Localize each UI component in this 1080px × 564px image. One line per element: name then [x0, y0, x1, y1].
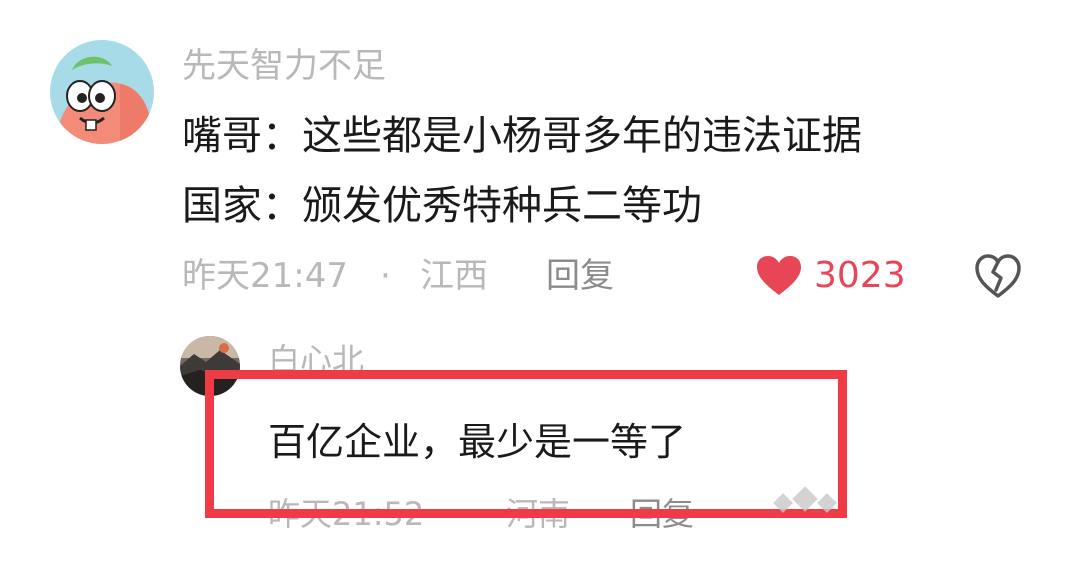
reply-text: 百亿企业，最少是一等了 [268, 420, 687, 464]
reply-username[interactable]: 白心北 [268, 336, 364, 384]
reply-location: 河南 [506, 495, 571, 533]
like-count: 3023 [814, 255, 906, 296]
meta-separator: · [380, 256, 391, 296]
landscape-avatar-icon [180, 336, 240, 396]
like-button[interactable]: 3023 [756, 248, 906, 304]
comment-text-line-2: 国家：颁发优秀特种兵二等功 [182, 183, 702, 229]
user-avatar[interactable] [50, 40, 154, 144]
comment-text-line-1: 嘴哥：这些都是小杨哥多年的违法证据 [182, 113, 862, 159]
reply-to-reply-button[interactable]: 回复 [630, 486, 694, 542]
comment-location: 江西 [420, 256, 488, 296]
sparkle-watermark-icon [773, 486, 837, 513]
heart-icon [757, 256, 801, 295]
reply-avatar[interactable] [180, 336, 240, 396]
reply-button[interactable]: 回复 [546, 248, 614, 304]
patrick-star-avatar-icon [50, 40, 154, 144]
comment-username[interactable]: 先天智力不足 [182, 42, 386, 90]
comment-screenshot: 先天智力不足 嘴哥：这些都是小杨哥多年的违法证据 国家：颁发优秀特种兵二等功 昨… [0, 0, 1080, 564]
reply-timestamp: 昨天21:52 [268, 495, 425, 533]
meta-separator: · [466, 495, 477, 533]
broken-heart-icon[interactable] [972, 250, 1024, 302]
comment-meta: 昨天21:47 · 江西 回复 [182, 248, 1042, 304]
reply-meta: 昨天21:52 · 河南 回复 [268, 486, 828, 542]
comment-timestamp: 昨天21:47 [182, 256, 348, 296]
